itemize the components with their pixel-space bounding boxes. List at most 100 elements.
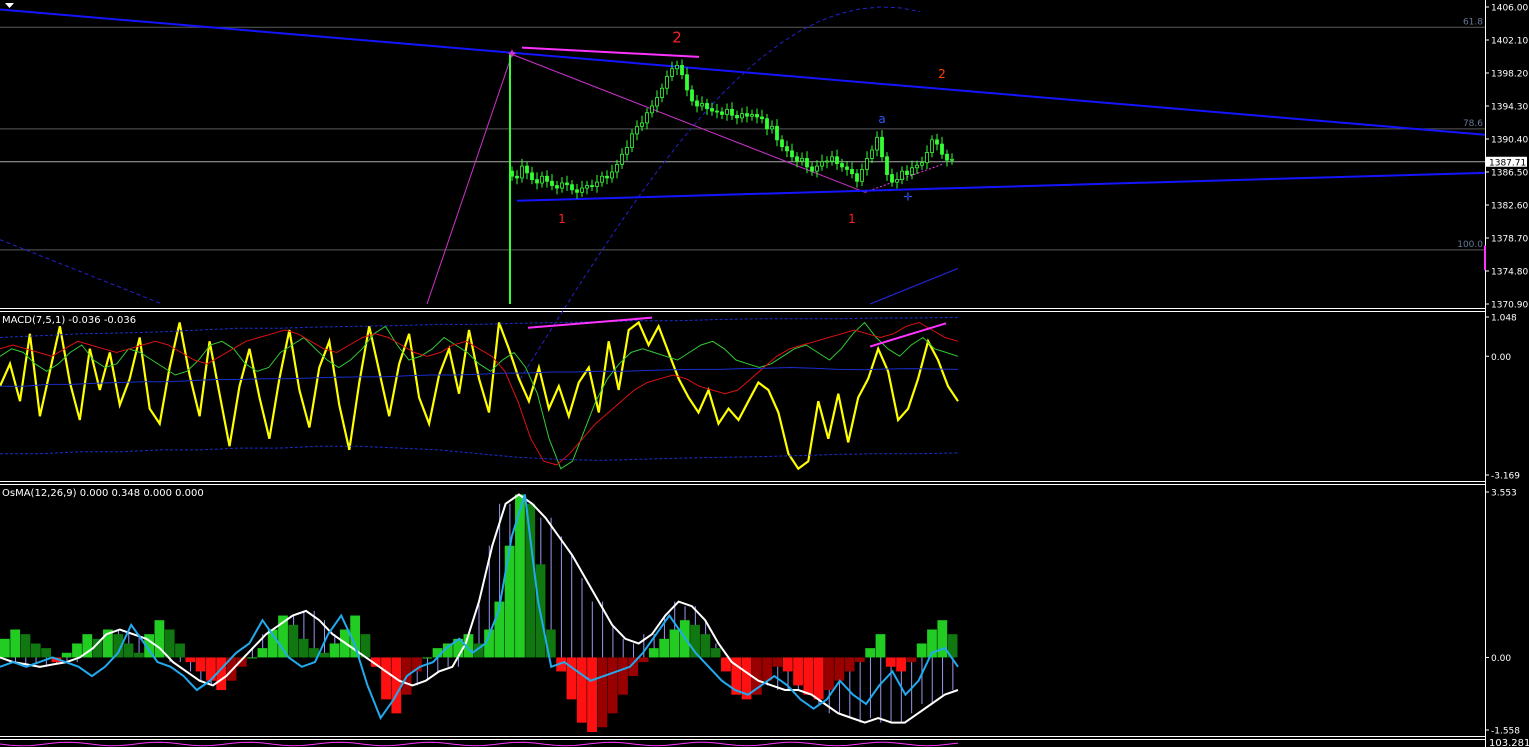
- osma-histogram-bar: [844, 657, 855, 672]
- candle-body: [730, 108, 734, 116]
- candle-body: [615, 163, 619, 173]
- osma-histogram-bar: [865, 648, 876, 658]
- candle-body: [905, 170, 909, 175]
- candle-body: [805, 158, 809, 168]
- macd-tick-label: 1.048: [1491, 314, 1517, 324]
- osma-histogram-bar: [61, 652, 72, 658]
- wave-label: 1: [848, 212, 856, 226]
- candle-body: [550, 180, 554, 186]
- candle-body: [835, 156, 839, 164]
- candle-body: [775, 125, 779, 141]
- candle-body: [735, 114, 739, 119]
- candle-body: [865, 158, 869, 170]
- candle-body: [525, 165, 529, 174]
- osma-histogram-bar: [885, 657, 896, 667]
- osma-histogram-bar: [185, 657, 196, 663]
- candle-body: [635, 125, 639, 135]
- osma-histogram-bar: [638, 657, 649, 663]
- osma-histogram-bar: [72, 643, 82, 658]
- lower-trendline: [516, 171, 1486, 202]
- fib-construction-line: [426, 54, 513, 305]
- candle-body: [630, 133, 634, 148]
- candle-body: [605, 175, 609, 179]
- osma-histogram-bar: [659, 638, 670, 658]
- macd-title: MACD(7,5,1) -0.036 -0.036: [2, 315, 136, 326]
- osma-title: OsMA(12,26,9) 0.000 0.348 0.000 0.000: [2, 488, 204, 499]
- osma-histogram-bar: [257, 648, 268, 658]
- wave-label: a: [878, 112, 885, 126]
- candle-body: [860, 169, 864, 182]
- price-tick-label: 1378.70: [1491, 235, 1528, 245]
- osma-histogram-bar: [700, 634, 711, 658]
- candle-body: [620, 153, 624, 165]
- osma-histogram-bar: [607, 657, 618, 714]
- candle-body: [815, 165, 819, 172]
- lower-envelope-curve: [0, 239, 161, 304]
- price-tick-label: 1402.10: [1491, 37, 1528, 47]
- candle-body: [830, 156, 834, 162]
- macd-tick-label: -3.169: [1491, 472, 1520, 482]
- bottom-series-line: [0, 741, 959, 747]
- osma-histogram-bar: [803, 657, 814, 695]
- candle-body: [680, 64, 684, 76]
- candle-body: [870, 149, 874, 159]
- candle-body: [935, 139, 939, 145]
- swing-low-marker: ✛: [903, 191, 912, 204]
- candle-body: [915, 164, 919, 169]
- osma-histogram-bar: [824, 657, 834, 691]
- candle-body: [795, 156, 799, 162]
- candle-body: [885, 156, 889, 175]
- candle-body: [890, 174, 894, 183]
- candle-body: [760, 116, 764, 120]
- candle-body: [600, 175, 604, 183]
- candle-body: [625, 147, 629, 155]
- price-tick-label: 1370.90: [1491, 301, 1528, 311]
- chart-corner-marker-icon: [5, 3, 14, 8]
- bottom-panel-value: 103.2818: [1489, 738, 1529, 747]
- osma-histogram-bar: [30, 643, 41, 658]
- candle-body: [655, 97, 659, 107]
- price-tick-label: 1406.00: [1491, 4, 1528, 14]
- candle-body: [570, 184, 574, 191]
- candle-body: [555, 185, 559, 189]
- osma-histogram-bar: [937, 620, 948, 658]
- osma-histogram-bar: [41, 648, 51, 658]
- bottom-panel: [0, 741, 959, 747]
- candle-body: [895, 179, 899, 183]
- osma-histogram-bar: [618, 657, 628, 695]
- candle-body: [840, 163, 844, 168]
- osma-histogram-bar: [648, 648, 659, 658]
- candle-body: [700, 103, 704, 107]
- candle-body: [560, 182, 564, 189]
- osma-histogram-bar: [422, 657, 433, 659]
- candle-body: [585, 185, 589, 189]
- macd-tick-label: 0.00: [1491, 353, 1511, 363]
- current-price-label: 1387.71: [1489, 158, 1526, 168]
- candle-body: [515, 175, 519, 179]
- candle-body: [765, 118, 769, 130]
- candle-body: [540, 175, 544, 184]
- macd-series-line: [0, 316, 959, 338]
- macd-divergence-line: [869, 322, 947, 348]
- osma-histogram-bar: [123, 643, 134, 658]
- wave-label: 2: [672, 29, 682, 47]
- candle-body: [665, 75, 669, 89]
- osma-tick-label: 0.00: [1491, 654, 1511, 664]
- candle-body: [800, 158, 804, 162]
- macd-panel: 1.048 0.00 -3.169: [0, 314, 1520, 482]
- fib-level-label: 61.8: [1463, 17, 1483, 27]
- osma-tick-label: 3.553: [1491, 489, 1517, 499]
- osma-histogram-bar: [813, 657, 824, 700]
- osma-histogram-bar: [793, 657, 803, 686]
- candle-body: [575, 189, 579, 193]
- candle-body: [770, 125, 774, 130]
- candle-body: [590, 185, 594, 187]
- macd-series-line: [0, 445, 959, 461]
- osma-histogram-bar: [175, 643, 185, 658]
- osma-histogram-bar: [587, 657, 597, 732]
- candle-body: [850, 169, 854, 175]
- candle-body: [740, 113, 744, 119]
- osma-histogram-bar: [906, 657, 917, 663]
- candle-body: [670, 68, 674, 77]
- wave-label: 1: [558, 212, 566, 226]
